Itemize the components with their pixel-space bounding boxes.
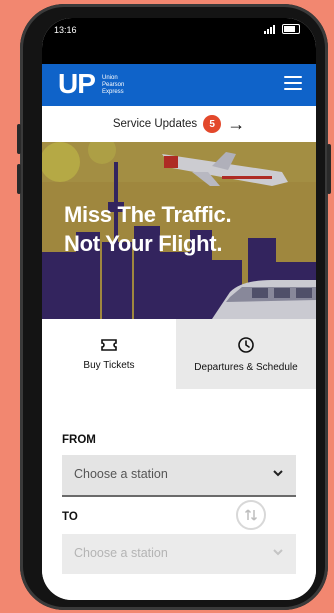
tab-label: Departures & Schedule (194, 361, 298, 373)
ticket-icon (101, 338, 117, 351)
swap-arrows-icon (244, 509, 258, 521)
top-navigation-bar: UP Union Pearson Express (42, 64, 316, 106)
hero-headline: Miss The Traffic. Not Your Flight. (64, 200, 232, 258)
from-label: FROM (62, 434, 96, 446)
tab-label: Buy Tickets (83, 359, 135, 371)
trip-form: FROM Choose a station TO Choose a statio… (42, 389, 316, 600)
tab-departures-schedule[interactable]: Departures & Schedule (176, 319, 316, 389)
hero-banner: Miss The Traffic. Not Your Flight. (42, 142, 316, 319)
volume-button (17, 124, 21, 154)
to-station-placeholder: Choose a station (74, 546, 168, 560)
logo-sub-line: Union (102, 75, 118, 81)
hero-line-1: Miss The Traffic. (64, 202, 232, 227)
swap-stations-button[interactable] (236, 500, 266, 530)
notch (112, 18, 252, 42)
status-time: 13:16 (54, 25, 77, 35)
chevron-down-icon (273, 549, 283, 556)
chevron-down-icon (273, 470, 283, 477)
tab-buy-tickets[interactable]: Buy Tickets (42, 319, 176, 389)
from-station-select[interactable]: Choose a station (62, 455, 296, 497)
hero-line-2: Not Your Flight. (64, 231, 223, 256)
status-icons (264, 24, 300, 34)
to-station-select[interactable]: Choose a station (62, 534, 296, 574)
arrow-right-icon: → (227, 114, 246, 134)
logo-sub-line: Pearson (102, 82, 125, 88)
booking-tabs: Buy Tickets Departures & Schedule (42, 319, 316, 389)
battery-icon (282, 24, 300, 34)
to-label: TO (62, 511, 78, 523)
phone-screen: 13:16 UP Union Pearson Express Service U… (42, 18, 316, 600)
from-station-placeholder: Choose a station (74, 467, 168, 481)
logo-sub-line: Express (102, 89, 124, 95)
signal-icon (264, 24, 275, 34)
service-updates-label: Service Updates (112, 118, 198, 130)
service-updates-link[interactable]: Service Updates 5 → (42, 106, 316, 143)
hamburger-menu-icon[interactable] (284, 76, 302, 94)
logo-subtitle: Union Pearson Express (102, 75, 124, 96)
clock-icon (238, 336, 254, 353)
volume-button (17, 164, 21, 194)
status-bar: 13:16 (42, 18, 316, 64)
service-updates-count-badge: 5 (203, 115, 222, 133)
up-logo[interactable]: UP (58, 68, 96, 100)
power-button (327, 144, 331, 194)
